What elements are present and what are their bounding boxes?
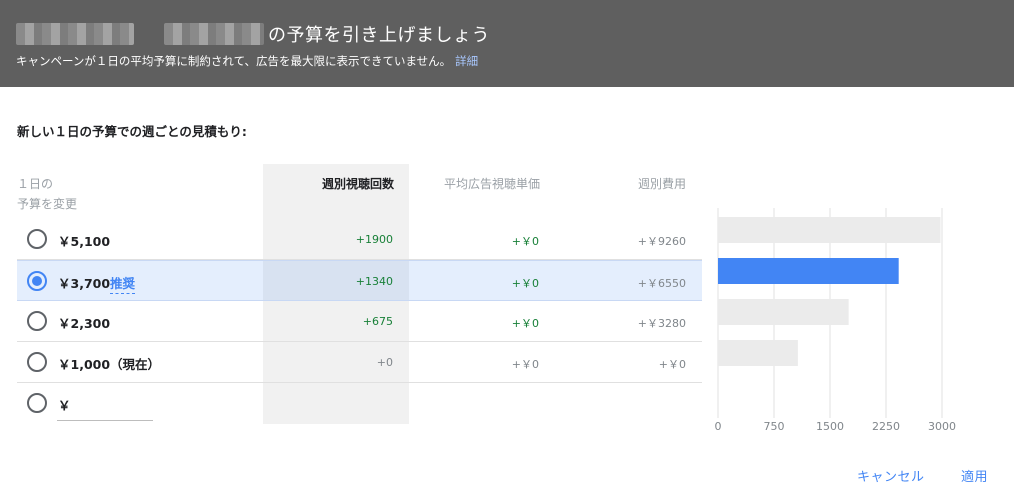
chart-bar (718, 217, 941, 243)
chart-bar (718, 299, 849, 325)
avg-cpv: +￥0 (511, 277, 539, 290)
subtitle-text: キャンペーンが１日の平均予算に制約されて、広告を最大限に表示できていません。 (16, 54, 452, 68)
budget-option-row-selected[interactable]: ￥3,700 推奨 +1340 +￥0 +￥6550 (17, 260, 702, 301)
custom-budget-currency: ￥ (58, 398, 71, 413)
cpv-column-header: 平均広告視聴単価 (443, 177, 540, 191)
chart-x-tick-label: 0 (715, 420, 722, 433)
redacted-campaign-name (16, 23, 134, 45)
weekly-cost: +￥0 (658, 358, 686, 371)
budget-radio-selected[interactable] (27, 271, 47, 291)
cancel-button[interactable]: キャンセル (857, 466, 925, 485)
chart-x-tick-label: 2250 (872, 420, 900, 433)
budget-option-row[interactable]: ￥2,300 +675 +￥0 +￥3280 (17, 301, 702, 342)
budget-amount: ￥3,700 (58, 276, 111, 291)
budget-radio[interactable] (27, 229, 47, 249)
apply-button[interactable]: 適用 (961, 466, 988, 485)
budget-radio[interactable] (27, 311, 47, 331)
weekly-cost: +￥3280 (637, 317, 686, 330)
budget-option-row-current[interactable]: ￥1,000（現在） +0 +￥0 +￥0 (17, 342, 702, 383)
budget-amount: ￥5,100 (58, 234, 111, 249)
chart-x-tick-label: 1500 (816, 420, 844, 433)
weekly-views: +0 (376, 356, 393, 369)
budget-column-header: １日の 予算を変更 (17, 174, 77, 214)
budget-header-line1: １日の (17, 177, 54, 191)
chart-bar-selected (718, 258, 899, 284)
chart-x-tick-label: 750 (764, 420, 785, 433)
cost-column-header: 週別費用 (637, 177, 686, 191)
details-link[interactable]: 詳細 (455, 54, 478, 68)
budget-header-line2: 予算を変更 (17, 197, 78, 211)
budget-radio[interactable] (27, 352, 47, 372)
custom-budget-input[interactable] (72, 392, 152, 414)
weekly-views: +1340 (355, 275, 393, 288)
dialog-subtitle: キャンペーンが１日の平均予算に制約されて、広告を最大限に表示できていません。 詳細 (16, 53, 478, 69)
avg-cpv: +￥0 (511, 317, 539, 330)
recommended-badge: 推奨 (110, 273, 136, 294)
avg-cpv: +￥0 (511, 235, 539, 248)
weekly-cost: +￥9260 (637, 235, 686, 248)
custom-budget-row[interactable]: ￥ (17, 383, 702, 424)
views-column-header: 週別視聴回数 (321, 177, 394, 191)
avg-cpv: +￥0 (511, 358, 539, 371)
budget-amount: ￥1,000（現在） (58, 357, 161, 372)
chart-bar (718, 340, 798, 366)
weekly-cost: +￥6550 (637, 277, 686, 290)
dialog-title-row: の予算を引き上げましょう (16, 21, 490, 47)
custom-budget-underline (57, 420, 153, 421)
weekly-views: +675 (362, 315, 393, 328)
dialog-title: の予算を引き上げましょう (268, 25, 490, 46)
budget-radio-custom[interactable] (27, 393, 47, 413)
dialog-header: の予算を引き上げましょう キャンペーンが１日の平均予算に制約されて、広告を最大限… (0, 0, 1014, 87)
weekly-views: +1900 (355, 233, 393, 246)
chart-x-tick-label: 3000 (928, 420, 956, 433)
weekly-views-bar-chart: 0 750 1500 2250 3000 (715, 208, 956, 433)
budget-option-row[interactable]: ￥5,100 +1900 +￥0 +￥9260 (17, 219, 702, 260)
estimate-section-title: 新しい１日の予算での週ごとの見積もり: (17, 124, 247, 139)
redacted-campaign-id (164, 23, 264, 45)
budget-amount: ￥2,300 (58, 316, 111, 331)
